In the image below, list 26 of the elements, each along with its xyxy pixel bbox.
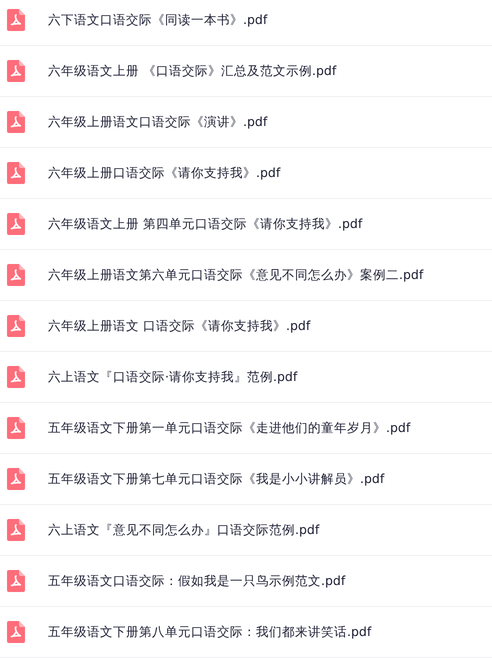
file-name-link[interactable]: 五年级语文下册第七单元口语交际《我是小小讲解员》.pdf: [48, 470, 384, 488]
pdf-file-icon: [7, 621, 25, 643]
pdf-file-icon: [7, 417, 25, 439]
pdf-file-icon: [7, 213, 25, 235]
file-name-link[interactable]: 六年级语文上册 《口语交际》汇总及范文示例.pdf: [48, 62, 336, 80]
file-name-link[interactable]: 六下语文口语交际《同读一本书》.pdf: [48, 12, 268, 28]
file-name-link[interactable]: 六年级上册语文 口语交际《请你支持我》.pdf: [48, 318, 310, 334]
file-name-link[interactable]: 五年级语文口语交际：假如我是一只鸟示例范文.pdf: [48, 572, 346, 590]
pdf-file-icon: [7, 60, 25, 82]
pdf-file-icon: [7, 162, 25, 184]
file-name-link[interactable]: 六年级语文上册 第四单元口语交际《请你支持我》.pdf: [48, 216, 362, 232]
file-name-link[interactable]: 六年级上册语文第六单元口语交际《意见不同怎么办》案例二.pdf: [48, 266, 424, 284]
pdf-file-icon: [7, 366, 25, 388]
file-name-link[interactable]: 六上语文『意见不同怎么办』口语交际范例.pdf: [48, 522, 320, 538]
pdf-file-icon: [7, 315, 25, 337]
file-name-link[interactable]: 五年级语文下册第一单元口语交际《走进他们的童年岁月》.pdf: [48, 420, 410, 436]
file-name-link[interactable]: 六年级上册语文口语交际《演讲》.pdf: [48, 114, 268, 130]
file-name-link[interactable]: 六上语文『口语交际·请你支持我』范例.pdf: [48, 368, 298, 386]
pdf-file-icon: [7, 468, 25, 490]
pdf-file-icon: [7, 570, 25, 592]
pdf-file-icon: [7, 519, 25, 541]
file-name-link[interactable]: 五年级语文下册第八单元口语交际：我们都来讲笑话.pdf: [48, 624, 372, 640]
pdf-file-icon: [7, 264, 25, 286]
file-name-link[interactable]: 六年级上册口语交际《请你支持我》.pdf: [48, 164, 280, 182]
pdf-file-icon: [7, 111, 25, 133]
pdf-file-icon: [7, 9, 25, 31]
